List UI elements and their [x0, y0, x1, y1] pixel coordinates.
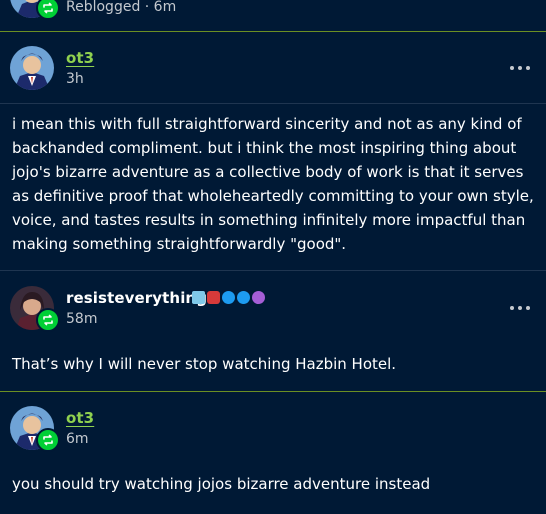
more-options-icon: [510, 306, 514, 310]
verified-badge-icon: [237, 291, 250, 304]
separator: [0, 391, 546, 392]
badge-icon: [192, 291, 205, 304]
reblog-badge: [36, 0, 60, 20]
separator: [0, 270, 546, 271]
post-body: That’s why I will never stop watching Ha…: [12, 355, 397, 373]
more-options-icon: [510, 66, 514, 70]
avatar[interactable]: [10, 46, 54, 90]
post-time[interactable]: 3h: [66, 71, 84, 87]
verified-badge-icon: [222, 291, 235, 304]
reblog-icon: [43, 2, 53, 14]
reblog-badge: [36, 428, 60, 452]
more-options-button[interactable]: [510, 65, 530, 71]
reblog-icon: [43, 314, 53, 326]
user-badges: [192, 291, 265, 304]
post-username[interactable]: ot3: [66, 49, 94, 67]
more-options-button[interactable]: [510, 305, 530, 311]
separator: [0, 31, 546, 32]
post-body: you should try watching jojos bizarre ad…: [12, 475, 431, 493]
badge-icon: [252, 291, 265, 304]
post-username[interactable]: resisteverything: [66, 289, 207, 307]
post-body: i mean this with full straightforward si…: [12, 115, 534, 253]
post-time[interactable]: 6m: [66, 431, 89, 447]
reblog-icon: [43, 434, 53, 446]
post-time[interactable]: 58m: [66, 311, 97, 327]
post-username[interactable]: ot3: [66, 409, 94, 427]
separator: [0, 103, 546, 104]
badge-icon: [207, 291, 220, 304]
reblog-badge: [36, 308, 60, 332]
reblog-meta: Reblogged · 6m: [66, 0, 177, 15]
